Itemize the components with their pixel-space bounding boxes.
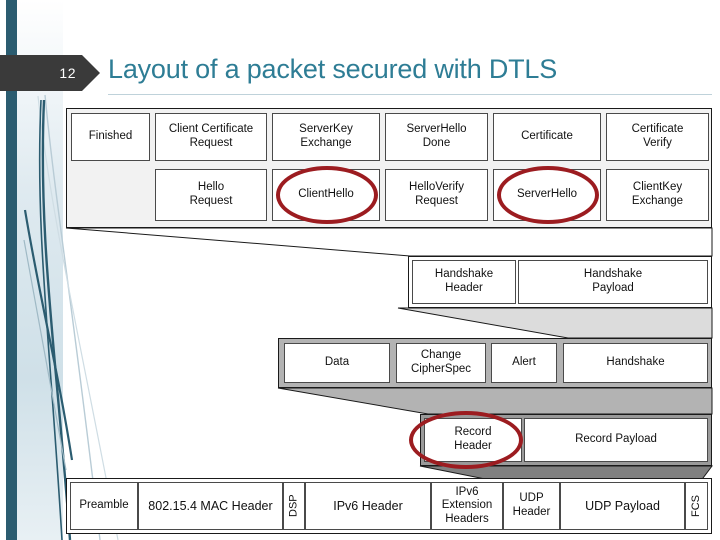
cell-handshake[interactable]: Handshake bbox=[563, 343, 708, 383]
cell-record-header[interactable]: Record Header bbox=[424, 418, 522, 462]
cell-udp-payload[interactable]: UDP Payload bbox=[560, 482, 685, 530]
cell-client-certificate-request[interactable]: Client Certificate Request bbox=[155, 113, 267, 161]
cell-clienthello[interactable]: ClientHello bbox=[272, 169, 380, 221]
cell-clientkey-exchange[interactable]: ClientKey Exchange bbox=[606, 169, 709, 221]
cell-certificate-verify[interactable]: Certificate Verify bbox=[606, 113, 709, 161]
cell-preamble[interactable]: Preamble bbox=[70, 482, 138, 530]
cell-record-payload[interactable]: Record Payload bbox=[524, 418, 708, 462]
packet-layout-diagram: Finished Client Certificate Request Serv… bbox=[0, 0, 720, 540]
cell-handshake-header[interactable]: Handshake Header bbox=[412, 260, 516, 304]
cell-data[interactable]: Data bbox=[284, 343, 390, 383]
cell-handshake-payload[interactable]: Handshake Payload bbox=[518, 260, 708, 304]
cell-alert[interactable]: Alert bbox=[491, 343, 557, 383]
cell-helloverify-request[interactable]: HelloVerify Request bbox=[385, 169, 488, 221]
cell-change-cipherspec[interactable]: Change CipherSpec bbox=[396, 343, 486, 383]
cell-serverkey-exchange[interactable]: ServerKey Exchange bbox=[272, 113, 380, 161]
cell-ipv6-extension-headers[interactable]: IPv6 Extension Headers bbox=[431, 482, 503, 530]
cell-fcs[interactable]: FCS bbox=[685, 482, 708, 530]
cell-hello-request[interactable]: Hello Request bbox=[155, 169, 267, 221]
cell-802-15-4-mac-header[interactable]: 802.15.4 MAC Header bbox=[138, 482, 283, 530]
cell-serverhello[interactable]: ServerHello bbox=[493, 169, 601, 221]
cell-ipv6-header[interactable]: IPv6 Header bbox=[305, 482, 431, 530]
cell-dsp[interactable]: DSP bbox=[283, 482, 305, 530]
cell-udp-header[interactable]: UDP Header bbox=[503, 482, 560, 530]
cell-serverhello-done[interactable]: ServerHello Done bbox=[385, 113, 488, 161]
cell-certificate[interactable]: Certificate bbox=[493, 113, 601, 161]
cell-finished[interactable]: Finished bbox=[71, 113, 150, 161]
slide-canvas: 12 Layout of a packet secured with DTLS … bbox=[0, 0, 720, 540]
